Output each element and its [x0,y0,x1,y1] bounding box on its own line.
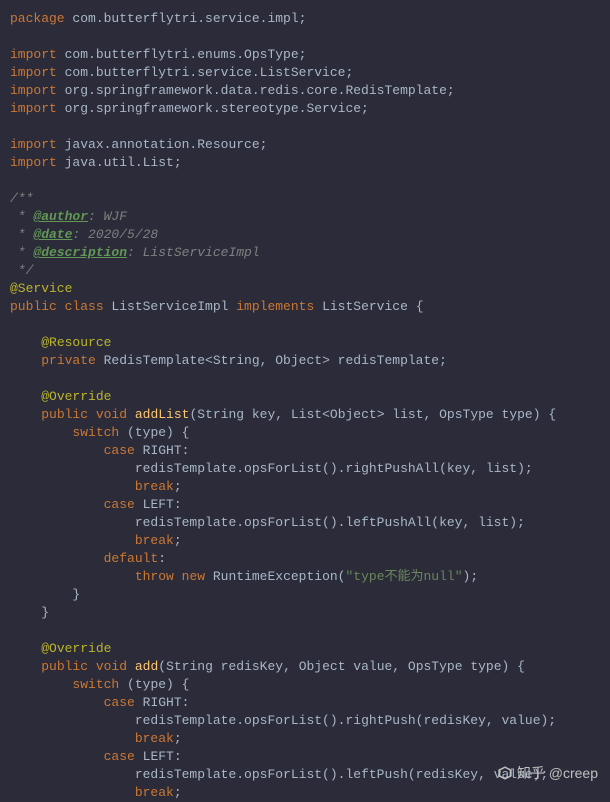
annotation-resource: @Resource [10,334,610,352]
code-line: import org.springframework.stereotype.Se… [10,100,610,118]
break: break; [10,532,610,550]
annotation-service: @Service [10,280,610,298]
break: break; [10,784,610,802]
method-add: public void add(String redisKey, Object … [10,658,610,676]
javadoc-close: */ [10,262,610,280]
code-line [10,172,610,190]
code-line: package com.butterflytri.service.impl; [10,10,610,28]
class-declaration: public class ListServiceImpl implements … [10,298,610,316]
watermark-text: 知乎 @creep [517,764,598,782]
switch-statement: switch (type) { [10,424,610,442]
javadoc-description: * @description: ListServiceImpl [10,244,610,262]
code-line: redisTemplate.opsForList().leftPushAll(k… [10,514,610,532]
method-addlist: public void addList(String key, List<Obj… [10,406,610,424]
code-line: } [10,604,610,622]
code-line: redisTemplate.opsForList().rightPush(red… [10,712,610,730]
annotation-override: @Override [10,640,610,658]
zhihu-logo-icon [497,765,513,781]
default-case: default: [10,550,610,568]
field-declaration: private RedisTemplate<String, Object> re… [10,352,610,370]
case-right: case RIGHT: [10,694,610,712]
throw-statement: throw new RuntimeException("type不能为null"… [10,568,610,586]
switch-statement: switch (type) { [10,676,610,694]
code-line [10,316,610,334]
code-line [10,622,610,640]
case-right: case RIGHT: [10,442,610,460]
case-left: case LEFT: [10,496,610,514]
code-line [10,118,610,136]
code-line: import com.butterflytri.service.ListServ… [10,64,610,82]
javadoc-open: /** [10,190,610,208]
code-line [10,370,610,388]
code-line: import com.butterflytri.enums.OpsType; [10,46,610,64]
javadoc-author: * @author: WJF [10,208,610,226]
code-line: import javax.annotation.Resource; [10,136,610,154]
break: break; [10,478,610,496]
break: break; [10,730,610,748]
javadoc-date: * @date: 2020/5/28 [10,226,610,244]
annotation-override: @Override [10,388,610,406]
code-line: } [10,586,610,604]
code-editor: package com.butterflytri.service.impl; i… [10,10,610,802]
code-line: import org.springframework.data.redis.co… [10,82,610,100]
code-line: import java.util.List; [10,154,610,172]
code-line [10,28,610,46]
watermark: 知乎 @creep [497,764,598,782]
code-line: redisTemplate.opsForList().rightPushAll(… [10,460,610,478]
